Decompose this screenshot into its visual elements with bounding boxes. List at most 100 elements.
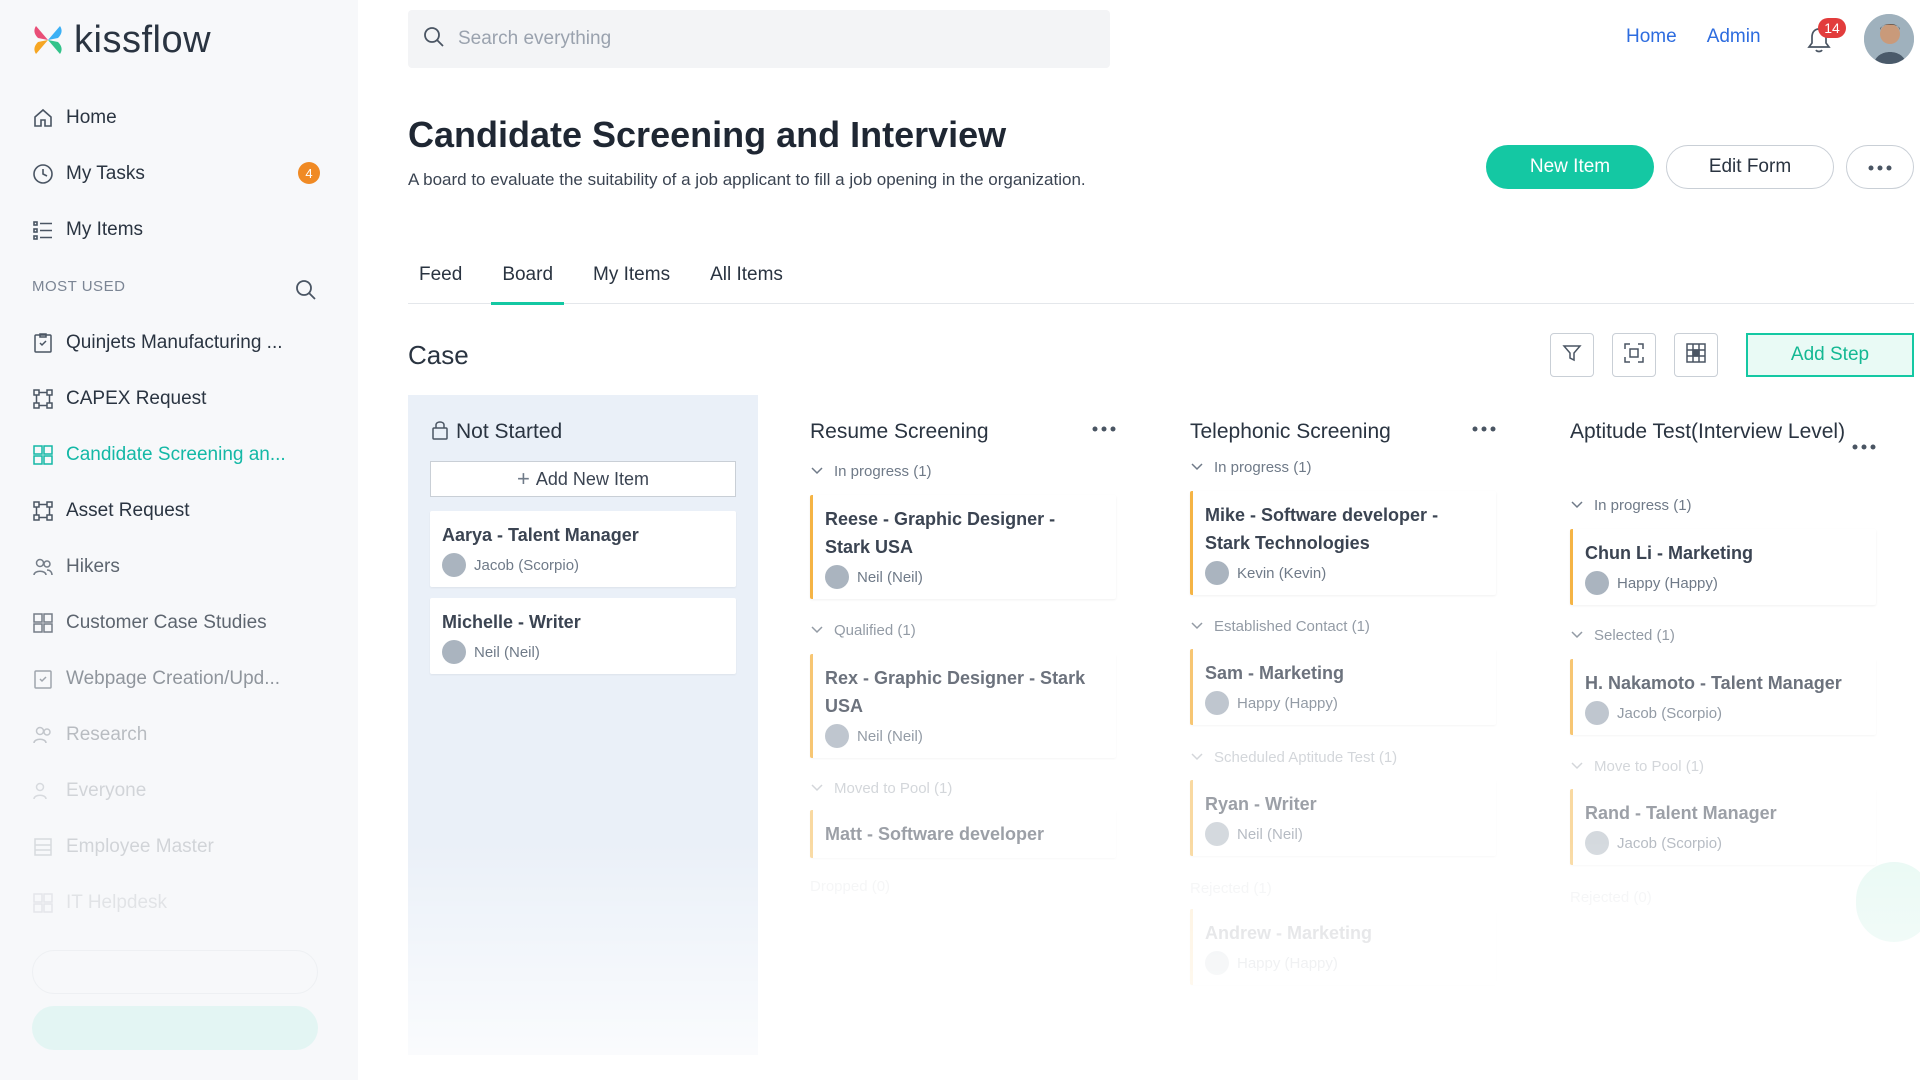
grid-view-button[interactable]: [1674, 333, 1718, 377]
lock-icon: [430, 418, 450, 451]
chevron-down-icon: [1570, 497, 1584, 514]
tab-all-items[interactable]: All Items: [699, 264, 794, 304]
create-app-button[interactable]: [32, 1006, 318, 1050]
kissflow-logo[interactable]: kissflow: [30, 18, 211, 62]
group-toggle[interactable]: Dropped (0): [810, 878, 890, 895]
board-card[interactable]: Chun Li - Marketing Happy (Happy): [1570, 529, 1876, 605]
board-card[interactable]: Mike - Software developer - Stark Techno…: [1190, 491, 1496, 595]
show-all-button[interactable]: [32, 950, 318, 994]
column-title: Aptitude Test(Interview Level): [1570, 420, 1846, 443]
search-input[interactable]: [458, 28, 1058, 50]
column-header: Not Started: [430, 415, 710, 451]
card-assignee: Happy (Happy): [1205, 951, 1484, 975]
sidebar-item-webpage-creation[interactable]: Webpage Creation/Upd...: [30, 651, 330, 707]
card-assignee: Jacob (Scorpio): [1585, 701, 1864, 725]
card-assignee: Neil (Neil): [825, 724, 1104, 748]
sidebar-item-candidate-screening[interactable]: Candidate Screening an...: [30, 427, 330, 483]
search-icon[interactable]: [294, 278, 318, 307]
group-toggle[interactable]: Scheduled Aptitude Test (1): [1190, 749, 1397, 766]
board-card[interactable]: Michelle - Writer Neil (Neil): [430, 598, 736, 674]
board-card[interactable]: Aarya - Talent Manager Jacob (Scorpio): [430, 511, 736, 587]
sidebar-item-customer-case-studies[interactable]: Customer Case Studies: [30, 595, 330, 651]
board-card[interactable]: Reese - Graphic Designer - Stark USA Nei…: [810, 495, 1116, 599]
board-column-resume-screening: Resume Screening In progress (1) Reese -…: [788, 395, 1138, 1055]
card-title: Sam - Marketing: [1205, 663, 1345, 683]
column-title: Resume Screening: [810, 420, 989, 443]
group-toggle[interactable]: Rejected (0): [1570, 889, 1652, 906]
global-search[interactable]: [408, 10, 1110, 68]
sidebar-item-label: CAPEX Request: [66, 388, 207, 409]
board-card[interactable]: Ryan - Writer Neil (Neil): [1190, 780, 1496, 856]
group-toggle[interactable]: In progress (1): [810, 463, 932, 480]
card-title: Reese - Graphic Designer - Stark USA: [825, 509, 1056, 557]
assignee-name: Neil (Neil): [1237, 825, 1303, 843]
board-card[interactable]: Andrew - Marketing Happy (Happy): [1190, 909, 1496, 985]
group-toggle[interactable]: Rejected (1): [1190, 880, 1272, 897]
avatar: [1205, 691, 1229, 715]
people-icon: [30, 554, 56, 580]
sidebar-item-my-tasks[interactable]: My Tasks 4: [30, 146, 330, 202]
sidebar-item-label: Asset Request: [66, 500, 190, 521]
page-description: A board to evaluate the suitability of a…: [408, 170, 1086, 189]
column-menu-icon[interactable]: [1852, 437, 1876, 455]
fullscreen-button[interactable]: [1612, 333, 1656, 377]
new-item-button[interactable]: New Item: [1486, 145, 1654, 189]
sidebar-item-everyone[interactable]: Everyone: [30, 763, 330, 819]
board-icon: [30, 442, 56, 468]
sidebar-item-label: Research: [66, 724, 148, 745]
board-title: Case: [408, 340, 469, 370]
add-new-item-button[interactable]: + Add New Item: [430, 461, 736, 497]
filter-button[interactable]: [1550, 333, 1594, 377]
board-card[interactable]: H. Nakamoto - Talent Manager Jacob (Scor…: [1570, 659, 1876, 735]
sidebar-item-home[interactable]: Home: [30, 90, 330, 146]
column-menu-icon[interactable]: [1092, 419, 1116, 437]
column-menu-icon[interactable]: [1472, 419, 1496, 437]
top-link-home[interactable]: Home: [1626, 26, 1677, 48]
avatar: [1585, 701, 1609, 725]
group-toggle[interactable]: Move to Pool (1): [1570, 758, 1704, 775]
board-card[interactable]: Sam - Marketing Happy (Happy): [1190, 649, 1496, 725]
tab-feed[interactable]: Feed: [408, 264, 473, 304]
board-card[interactable]: Rand - Talent Manager Jacob (Scorpio): [1570, 789, 1876, 865]
column-title: Not Started: [456, 420, 563, 443]
board-card[interactable]: Matt - Software developer: [810, 810, 1116, 858]
group-label: Selected (1): [1594, 627, 1675, 644]
group-toggle[interactable]: Selected (1): [1570, 627, 1675, 644]
group-toggle[interactable]: Moved to Pool (1): [810, 780, 952, 797]
edit-form-button[interactable]: Edit Form: [1666, 145, 1834, 189]
clock-icon: [30, 161, 56, 187]
user-avatar[interactable]: [1864, 14, 1914, 64]
group-toggle[interactable]: Qualified (1): [810, 622, 916, 639]
tab-my-items[interactable]: My Items: [582, 264, 681, 304]
people-icon: [30, 778, 56, 804]
filter-icon: [1561, 342, 1583, 369]
assignee-name: Jacob (Scorpio): [1617, 704, 1723, 722]
chevron-down-icon: [810, 622, 824, 639]
avatar: [1585, 571, 1609, 595]
group-toggle[interactable]: Established Contact (1): [1190, 618, 1370, 635]
sidebar-item-research[interactable]: Research: [30, 707, 330, 763]
board-card[interactable]: Rex - Graphic Designer - Stark USA Neil …: [810, 654, 1116, 758]
card-title: Ryan - Writer: [1205, 794, 1317, 814]
add-step-button[interactable]: Add Step: [1746, 333, 1914, 377]
group-label: Move to Pool (1): [1594, 758, 1705, 775]
group-toggle[interactable]: In progress (1): [1570, 497, 1692, 514]
sidebar-item-it-helpdesk[interactable]: IT Helpdesk: [30, 875, 330, 931]
chat-widget-button[interactable]: [1856, 862, 1920, 942]
sidebar-item-hikers[interactable]: Hikers: [30, 539, 330, 595]
sidebar-item-my-items[interactable]: My Items: [30, 202, 330, 258]
sidebar-item-employee-master[interactable]: Employee Master: [30, 819, 330, 875]
sidebar-item-capex[interactable]: CAPEX Request: [30, 371, 330, 427]
more-options-button[interactable]: [1846, 145, 1914, 189]
top-link-admin[interactable]: Admin: [1707, 26, 1761, 48]
avatar: [442, 553, 466, 577]
page-title: Candidate Screening and Interview: [408, 114, 1007, 155]
sidebar-item-label: My Items: [66, 219, 144, 240]
chevron-down-icon: [1190, 618, 1204, 635]
group-toggle[interactable]: In progress (1): [1190, 459, 1312, 476]
view-tabs: Feed Board My Items All Items: [408, 264, 1914, 305]
sidebar-item-asset-request[interactable]: Asset Request: [30, 483, 330, 539]
more-dots-icon: [1868, 158, 1892, 176]
sidebar-item-quinjets[interactable]: Quinjets Manufacturing ...: [30, 315, 330, 371]
tab-board[interactable]: Board: [491, 264, 564, 305]
